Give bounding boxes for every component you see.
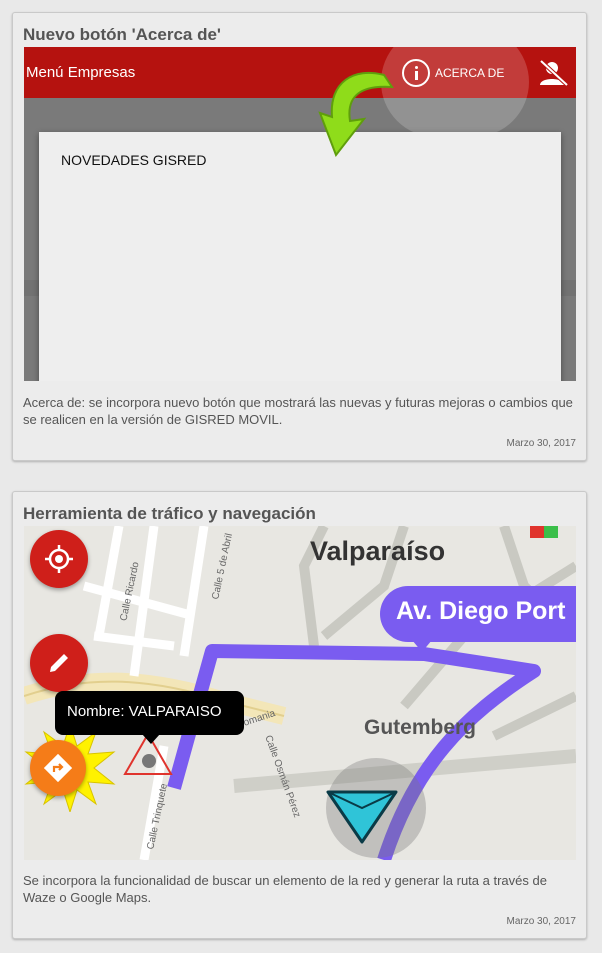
news-dialog: NOVEDADES GISRED — [39, 132, 561, 381]
news-card-about-button: Nuevo botón 'Acerca de' Menú Empresas AC… — [12, 12, 587, 461]
card-title: Nuevo botón 'Acerca de' — [23, 25, 221, 44]
card-date: Marzo 30, 2017 — [506, 438, 577, 449]
route-bubble-tail — [412, 640, 432, 652]
directions-icon — [44, 754, 72, 782]
card-screenshot: Calle Ricardo Calle 5 de Abril Romania C… — [24, 526, 576, 860]
user-off-icon[interactable] — [538, 59, 570, 87]
news-card-traffic-navigation: Herramienta de tráfico y navegación Call… — [12, 491, 587, 939]
edit-button[interactable] — [30, 634, 88, 692]
card-screenshot: Menú Empresas ACERCA DE NOVEDADES GISRED — [24, 47, 576, 381]
about-button-label: ACERCA DE — [435, 66, 505, 80]
app-bar-title: Menú Empresas — [26, 64, 136, 81]
route-street-bubble: Av. Diego Port — [380, 586, 576, 642]
navigation-arrow-icon — [326, 790, 398, 844]
green-arrow-icon — [318, 71, 394, 157]
info-icon — [402, 59, 430, 87]
card-date: Marzo 30, 2017 — [506, 916, 577, 927]
directions-button[interactable] — [30, 740, 86, 796]
about-button[interactable]: ACERCA DE — [402, 57, 504, 89]
location-target-icon — [45, 545, 73, 573]
card-description: Acerca de: se incorpora nuevo botón que … — [23, 395, 573, 427]
locate-button[interactable] — [30, 530, 88, 588]
street-name-label: Gutemberg — [364, 716, 477, 739]
element-tooltip: Nombre: VALPARAISO — [55, 691, 244, 735]
pencil-icon — [50, 654, 68, 672]
city-label: Valparaíso — [310, 536, 446, 566]
card-title: Herramienta de tráfico y navegación — [23, 504, 316, 523]
tooltip-tail — [142, 734, 160, 744]
card-description: Se incorpora la funcionalidad de buscar … — [23, 873, 547, 905]
dialog-title: NOVEDADES GISRED — [61, 152, 207, 168]
